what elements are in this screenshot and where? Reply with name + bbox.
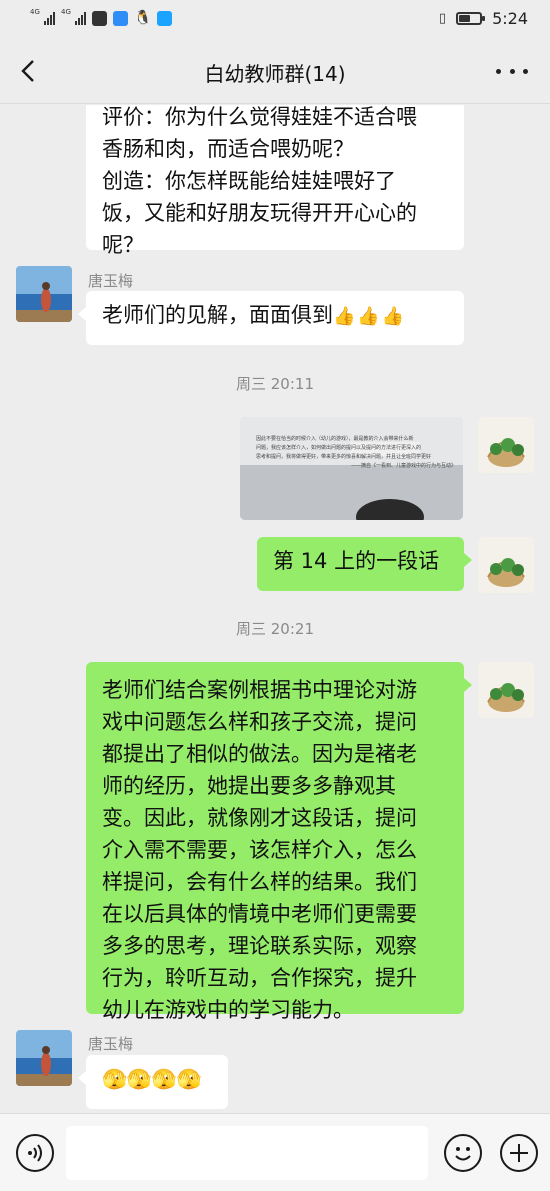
battery-level-fill xyxy=(459,15,471,22)
timestamp: 周三 20:11 xyxy=(236,375,314,393)
sender-name: 唐玉梅 xyxy=(88,1035,134,1053)
chat-header: 白幼教师群(14) xyxy=(0,38,550,104)
message-line: 师的经历，她提出要多多静观其 xyxy=(102,774,396,798)
message-text: 老师们的见解，面面俱到 xyxy=(102,303,333,327)
sender-name: 唐玉梅 xyxy=(88,272,134,290)
message-line: 在以后具体的情境中老师们更需要 xyxy=(102,902,417,926)
message-line: 创造：你怎样既能给娃娃喂好了 xyxy=(102,169,396,193)
self-avatar[interactable] xyxy=(478,662,534,718)
message-line: 香肠和肉，而适合喂奶呢？ xyxy=(102,137,354,161)
emoji-icon[interactable] xyxy=(444,1134,482,1172)
status-bar: 4G 4G 🐧 ▯ 5:24 xyxy=(0,0,550,38)
cloud-notification-icon xyxy=(113,10,128,26)
message-line: 饭，又能和好朋友玩得开开心心的 xyxy=(102,201,417,225)
message-line: 老师们结合案例根据书中理论对游 xyxy=(102,678,417,702)
image-message[interactable]: 因此不要在恰当的时候介入（幼儿的游戏），最是教的介入会带来什么新 问题，我应该怎… xyxy=(240,417,463,520)
search-notification-icon xyxy=(157,10,173,26)
message-bubble-outgoing[interactable]: 第 14 上的一段话 xyxy=(257,537,472,591)
book-text-line: 因此不要在恰当的时候介入（幼儿的游戏），最是教的介入会带来什么新 xyxy=(256,436,414,442)
chat-title: 白幼教师群(14) xyxy=(204,62,346,86)
book-text-line: 思考和提问，我将做得更好，带来更多的惊喜和解决问题，并且让全班同学更好 xyxy=(256,454,432,460)
timestamp: 周三 20:21 xyxy=(236,620,314,638)
message-line: 评价：你为什么觉得娃娃不适合喂 xyxy=(102,105,417,129)
self-avatar[interactable] xyxy=(478,417,534,473)
message-line: 呢？ xyxy=(102,233,144,257)
message-line: 多多的思考，理论联系实际，观察 xyxy=(102,934,417,958)
signal-icon-2: 4G xyxy=(61,8,86,25)
input-bar xyxy=(0,1113,550,1191)
message-line: 行为，聆听互动，合作探究，提升 xyxy=(102,966,417,990)
book-text-line: ——摘自《一看到、儿童游戏中的行为与互动》 xyxy=(350,463,456,469)
message-line: 戏中问题怎么样和孩子交流，提问 xyxy=(102,710,417,734)
message-text: 第 14 上的一段话 xyxy=(273,549,440,573)
app-notification-icon xyxy=(92,10,107,26)
chat-area[interactable]: 评价：你为什么觉得娃娃不适合喂 香肠和肉，而适合喂奶呢？ 创造：你怎样既能给娃娃… xyxy=(0,105,550,1113)
avatar[interactable] xyxy=(16,266,72,322)
message-bubble-incoming[interactable]: 评价：你为什么觉得娃娃不适合喂 香肠和肉，而适合喂奶呢？ 创造：你怎样既能给娃娃… xyxy=(86,105,464,257)
thumbs-up-emoji: 👍👍👍 xyxy=(333,306,407,327)
message-bubble-incoming[interactable]: 🫣🫣🫣🫣 xyxy=(78,1055,228,1109)
message-line: 都提出了相似的做法。因为是褚老 xyxy=(102,742,417,766)
message-line: 样提问，会有什么样的结果。我们 xyxy=(102,870,417,894)
message-line: 幼儿在游戏中的学习能力。 xyxy=(102,998,354,1022)
signal-icon: 4G xyxy=(30,8,55,25)
clock: 5:24 xyxy=(492,9,528,28)
message-bubble-outgoing[interactable]: 老师们结合案例根据书中理论对游 戏中问题怎么样和孩子交流，提问 都提出了相似的做… xyxy=(86,662,472,1022)
peek-emoji: 🫣🫣🫣🫣 xyxy=(102,1067,202,1091)
voice-icon[interactable] xyxy=(16,1134,54,1172)
plus-icon[interactable] xyxy=(500,1134,538,1172)
book-text-line: 问题，我应该怎样介入，如何做出问题的提问以及提问的方法进行更深入的 xyxy=(256,445,422,451)
message-input[interactable] xyxy=(66,1126,428,1180)
avatar[interactable] xyxy=(16,1030,72,1086)
message-bubble-incoming[interactable]: 老师们的见解，面面俱到👍👍👍 xyxy=(78,291,464,345)
battery-icon xyxy=(456,12,486,25)
self-avatar[interactable] xyxy=(478,537,534,593)
more-dots-icon[interactable] xyxy=(496,60,528,82)
message-line: 变。因此，就像刚才这段话，提问 xyxy=(102,806,417,830)
penguin-icon: 🐧 xyxy=(134,10,152,26)
message-line: 介入需不需要，该怎样介入，怎么 xyxy=(102,838,417,862)
vibrate-icon: ▯ xyxy=(438,11,447,26)
